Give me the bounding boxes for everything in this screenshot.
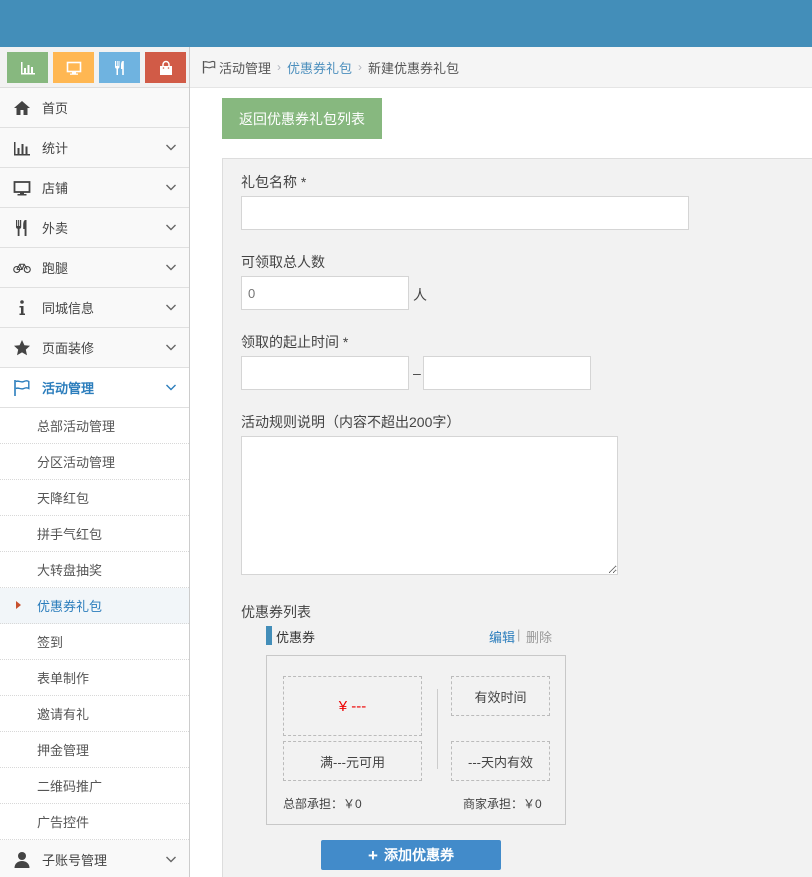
sidebar-item-label: 同城信息	[42, 301, 95, 316]
star-icon	[11, 339, 33, 357]
desktop-icon	[11, 179, 33, 197]
user-icon	[11, 851, 33, 869]
utensils-icon	[11, 219, 33, 237]
shortcut-stats-button[interactable]	[7, 52, 48, 83]
rules-label: 活动规则说明（内容不超出200字）	[241, 414, 461, 430]
caret-right-icon	[16, 601, 21, 609]
chevron-down-icon	[166, 384, 176, 391]
total-people-input[interactable]	[241, 276, 409, 310]
sidebar-item-label: 店铺	[42, 181, 69, 196]
time-range-separator: –	[413, 365, 421, 381]
chevron-down-icon	[166, 144, 176, 151]
flag-icon	[202, 60, 216, 74]
submenu-item-lucky-wheel[interactable]: 大转盘抽奖	[0, 552, 189, 588]
breadcrumb-separator-icon: ›	[277, 60, 282, 74]
breadcrumb: 活动管理 › 优惠券礼包 › 新建优惠券礼包	[190, 47, 812, 88]
sidebar-shortcuts	[0, 47, 189, 88]
gift-name-label: 礼包名称 *	[241, 174, 307, 190]
sidebar-item-label: 外卖	[42, 221, 69, 236]
sidebar-item-errand[interactable]: 跑腿	[0, 248, 189, 288]
rules-textarea[interactable]	[241, 436, 618, 575]
flag-icon	[11, 379, 33, 397]
submenu-item-hq-activity[interactable]: 总部活动管理	[0, 408, 189, 444]
end-time-input[interactable]	[423, 356, 591, 390]
delete-coupon-link[interactable]: 删除	[526, 627, 552, 646]
sidebar-item-label: 子账号管理	[42, 853, 108, 868]
chevron-down-icon	[166, 856, 176, 863]
coupon-validity-value: ---天内有效	[451, 741, 550, 781]
chevron-down-icon	[166, 264, 176, 271]
sidebar-item-activity[interactable]: 活动管理	[0, 368, 189, 408]
bar-chart-icon	[11, 139, 33, 157]
chevron-down-icon	[166, 304, 176, 311]
coupon-title: 优惠券	[276, 630, 316, 645]
chevron-down-icon	[166, 344, 176, 351]
start-time-input[interactable]	[241, 356, 409, 390]
chevron-down-icon	[166, 224, 176, 231]
breadcrumb-parent-link[interactable]: 优惠券礼包	[287, 58, 352, 77]
add-coupon-button[interactable]: + 添加优惠券	[321, 840, 501, 870]
coupon-list-label: 优惠券列表	[241, 604, 311, 620]
coupon-title-marker	[266, 626, 272, 645]
utensils-icon	[114, 60, 124, 75]
bicycle-icon	[11, 259, 33, 277]
chevron-down-icon	[166, 184, 176, 191]
coupon-price: ¥ ---	[283, 676, 422, 736]
sidebar-item-local-info[interactable]: 同城信息	[0, 288, 189, 328]
main-content: 返回优惠券礼包列表 礼包名称 * 可领取总人数 人 领取的起止时间 * – 活动…	[190, 88, 812, 877]
coupon-card: ¥ --- 满---元可用 有效时间 ---天内有效 总部承担：￥0 商家承担：…	[266, 655, 566, 825]
time-range-label: 领取的起止时间 *	[241, 334, 349, 350]
sidebar-item-label: 活动管理	[42, 381, 95, 396]
sidebar-item-label: 首页	[42, 101, 69, 116]
sidebar-item-label: 页面装修	[42, 341, 95, 356]
submenu-item-coupon-pack[interactable]: 优惠券礼包	[0, 588, 189, 624]
shopping-bag-icon	[159, 60, 172, 75]
desktop-icon	[66, 61, 81, 75]
sidebar-item-stats[interactable]: 统计	[0, 128, 189, 168]
submenu-item-invite-reward[interactable]: 邀请有礼	[0, 696, 189, 732]
top-navbar	[0, 0, 812, 47]
coupon-condition: 满---元可用	[283, 741, 422, 781]
coupon-divider	[437, 689, 438, 769]
sidebar-item-label: 跑腿	[42, 261, 69, 276]
total-people-label: 可领取总人数	[241, 254, 325, 270]
sidebar-item-store[interactable]: 店铺	[0, 168, 189, 208]
coupon-hq-share: 总部承担：￥0	[283, 797, 362, 811]
submenu-item-district-activity[interactable]: 分区活动管理	[0, 444, 189, 480]
home-icon	[11, 99, 33, 117]
shortcut-takeout-button[interactable]	[99, 52, 140, 83]
sidebar-item-home[interactable]: 首页	[0, 88, 189, 128]
shortcut-shop-button[interactable]	[145, 52, 186, 83]
breadcrumb-root[interactable]: 活动管理	[219, 58, 271, 77]
submenu-item-deposit[interactable]: 押金管理	[0, 732, 189, 768]
submenu-item-label: 优惠券礼包	[37, 599, 103, 614]
coupon-pack-form: 礼包名称 * 可领取总人数 人 领取的起止时间 * – 活动规则说明（内容不超出…	[222, 158, 812, 877]
sidebar-item-page-decor[interactable]: 页面装修	[0, 328, 189, 368]
submenu-item-checkin[interactable]: 签到	[0, 624, 189, 660]
add-coupon-label: 添加优惠券	[383, 847, 454, 863]
action-divider: |	[517, 627, 521, 642]
sidebar-item-sub-accounts[interactable]: 子账号管理	[0, 840, 189, 877]
info-icon	[11, 299, 33, 317]
gift-name-input[interactable]	[241, 196, 689, 230]
edit-coupon-link[interactable]: 编辑	[489, 627, 515, 646]
breadcrumb-current: 新建优惠券礼包	[368, 60, 460, 76]
people-unit-label: 人	[413, 287, 427, 303]
submenu-item-qrcode-promo[interactable]: 二维码推广	[0, 768, 189, 804]
breadcrumb-separator-icon: ›	[358, 60, 363, 74]
back-to-list-button[interactable]: 返回优惠券礼包列表	[222, 98, 382, 139]
plus-icon: +	[368, 845, 378, 865]
submenu-item-ad-widget[interactable]: 广告控件	[0, 804, 189, 840]
submenu-item-form-builder[interactable]: 表单制作	[0, 660, 189, 696]
coupon-merchant-share: 商家承担：￥0	[463, 797, 542, 811]
sidebar-item-takeout[interactable]: 外卖	[0, 208, 189, 248]
coupon-validity-label: 有效时间	[451, 676, 550, 716]
submenu-item-sky-red-packet[interactable]: 天降红包	[0, 480, 189, 516]
sidebar-item-label: 统计	[42, 141, 69, 156]
shortcut-store-button[interactable]	[53, 52, 94, 83]
submenu-item-lucky-red-packet[interactable]: 拼手气红包	[0, 516, 189, 552]
sidebar: 首页 统计 店铺 外卖 跑腿 同城信息 页面装修 活动管理 总部活动管理 分区活…	[0, 47, 190, 877]
bar-chart-icon	[20, 61, 35, 74]
